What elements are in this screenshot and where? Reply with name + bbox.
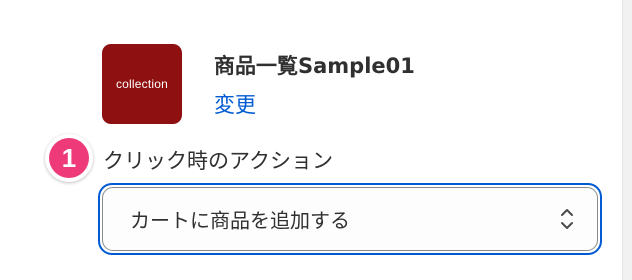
thumbnail-label: collection [115,77,169,91]
click-action-label: クリック時のアクション [103,149,333,173]
settings-panel: collection 商品一覧Sample01 変更 1 クリック時のアクション… [0,0,622,280]
change-link[interactable]: 変更 [214,89,256,119]
step-number: 1 [49,138,89,178]
scrollbar-track[interactable] [622,0,632,280]
collection-title: 商品一覧Sample01 [214,54,415,78]
chevron-up-down-icon [561,209,573,229]
click-action-select-focus-ring: カートに商品を追加する [98,183,602,255]
click-action-select[interactable]: カートに商品を追加する [102,187,598,251]
step-number-badge: 1 [45,134,93,182]
collection-thumbnail: collection [102,44,182,124]
select-value: カートに商品を追加する [130,208,350,233]
